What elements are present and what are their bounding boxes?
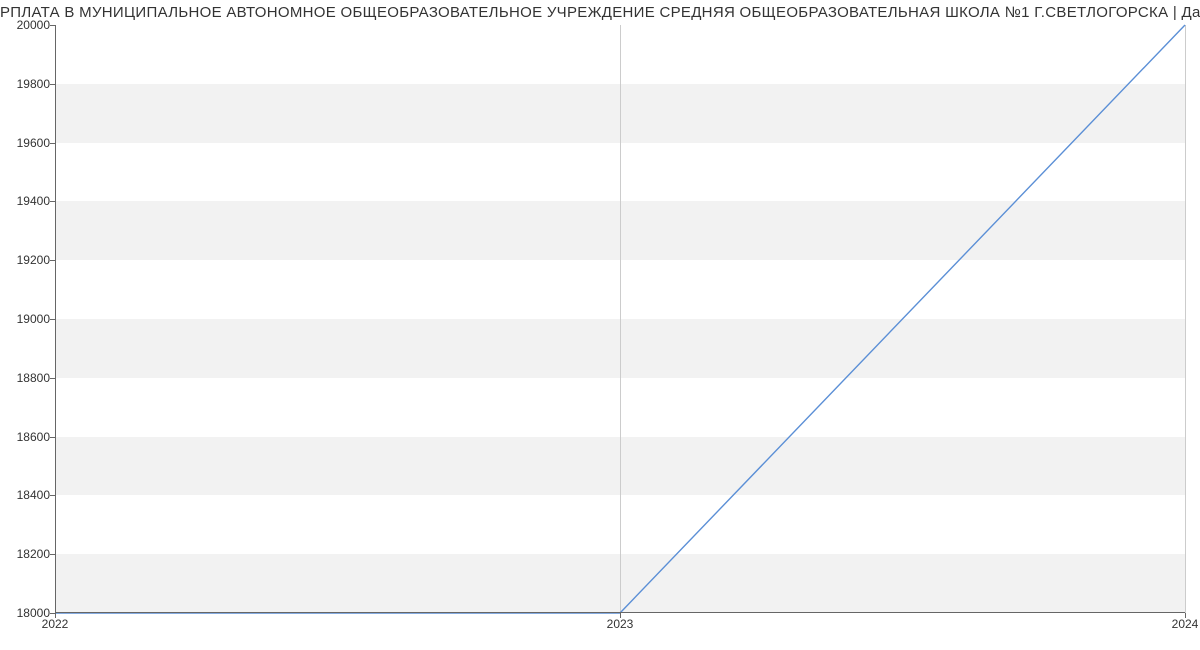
y-tick-label: 19000: [2, 312, 50, 326]
y-tick: [50, 143, 55, 144]
y-tick: [50, 437, 55, 438]
data-line: [55, 25, 1185, 613]
y-tick-label: 19800: [2, 77, 50, 91]
y-tick: [50, 201, 55, 202]
y-tick-label: 18200: [2, 547, 50, 561]
y-tick: [50, 554, 55, 555]
y-tick: [50, 25, 55, 26]
line-layer: [55, 25, 1185, 613]
y-tick-label: 20000: [2, 18, 50, 32]
y-tick-label: 19600: [2, 136, 50, 150]
x-tick-label: 2022: [42, 617, 69, 631]
x-tick-label: 2023: [607, 617, 634, 631]
y-tick: [50, 319, 55, 320]
chart-title: РПЛАТА В МУНИЦИПАЛЬНОЕ АВТОНОМНОЕ ОБЩЕОБ…: [0, 4, 1200, 21]
x-tick-label: 2024: [1172, 617, 1199, 631]
y-tick-label: 18400: [2, 488, 50, 502]
y-tick-label: 19400: [2, 194, 50, 208]
plot-area: [55, 25, 1185, 613]
y-tick-label: 18800: [2, 371, 50, 385]
y-tick: [50, 84, 55, 85]
y-tick: [50, 378, 55, 379]
y-axis: [55, 25, 56, 613]
y-tick: [50, 495, 55, 496]
y-tick-label: 19200: [2, 253, 50, 267]
y-tick-label: 18600: [2, 430, 50, 444]
y-tick: [50, 260, 55, 261]
x-gridline: [1185, 25, 1186, 613]
